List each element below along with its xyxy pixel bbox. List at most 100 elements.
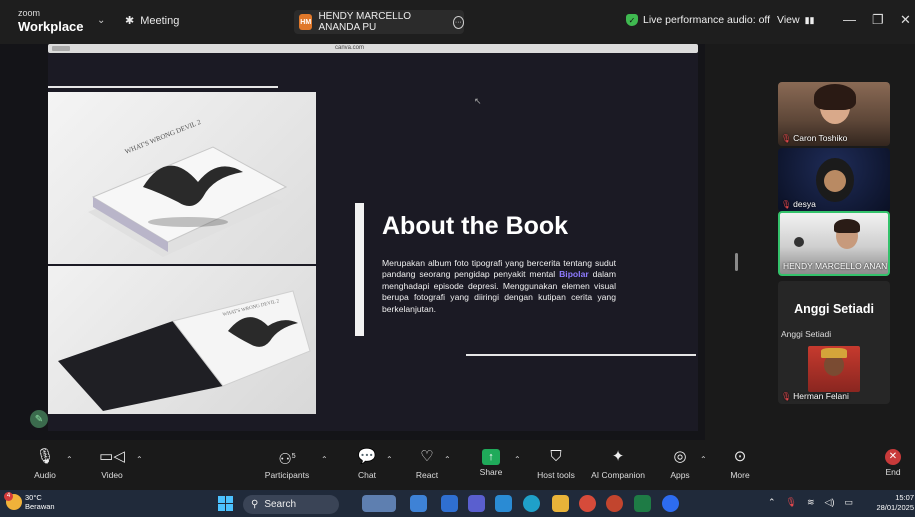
more-label: More bbox=[730, 470, 750, 480]
temperature: 30°C bbox=[25, 493, 42, 502]
meeting-menu[interactable]: ✱ Meeting bbox=[125, 14, 180, 28]
apps-options-caret[interactable]: ⌃ bbox=[700, 455, 707, 464]
clock-time: 15:07 bbox=[895, 493, 914, 502]
chrome-icon[interactable] bbox=[606, 495, 623, 512]
close-icon[interactable]: ✕ bbox=[900, 12, 911, 28]
windows-start-icon[interactable] bbox=[218, 496, 233, 511]
react-options-caret[interactable]: ⌃ bbox=[444, 455, 451, 464]
participant-name: desya bbox=[793, 199, 816, 209]
zoom-logo-small: zoom bbox=[18, 8, 41, 18]
book-photo-open: WHAT'S WRONG DEVIL 2 bbox=[48, 266, 316, 414]
more-options-icon[interactable]: ··· bbox=[452, 15, 465, 29]
more-icon: ⊙ bbox=[733, 448, 747, 465]
slide-divider-top bbox=[48, 86, 278, 88]
app-icon[interactable] bbox=[410, 495, 427, 512]
chevron-down-icon[interactable]: ⌄ bbox=[97, 15, 105, 26]
mic-muted-icon: 🎙 bbox=[35, 448, 55, 465]
meeting-label: Meeting bbox=[140, 14, 180, 27]
meeting-icon: ✱ bbox=[125, 15, 135, 27]
taskbar-clock[interactable]: 15:07 28/01/2025 bbox=[866, 493, 914, 513]
teams-icon[interactable] bbox=[468, 495, 485, 512]
edge-icon[interactable] bbox=[523, 495, 540, 512]
end-label: End bbox=[885, 467, 901, 477]
grid-icon: ▮▮ bbox=[804, 14, 815, 25]
view-label: View bbox=[777, 14, 800, 26]
view-button[interactable]: View ▮▮ bbox=[777, 14, 814, 26]
sharer-name: HENDY MARCELLO ANANDA PU bbox=[318, 11, 412, 33]
apps-icon: ◎ bbox=[673, 448, 687, 465]
restore-icon[interactable]: ❐ bbox=[872, 12, 884, 28]
mic-muted-icon: 🎙 bbox=[781, 391, 792, 401]
book-closed-illustration: WHAT'S WRONG DEVIL 2 bbox=[88, 118, 288, 257]
ai-companion-button[interactable]: ✦ AI Companion bbox=[588, 446, 648, 480]
shield-check-icon: ✓ bbox=[626, 14, 638, 26]
desc-highlight: Bipolar bbox=[559, 269, 589, 280]
participant-name: Caron Toshiko bbox=[793, 133, 848, 143]
participant-label: Anggi Setiadi bbox=[781, 329, 832, 339]
audio-options-caret[interactable]: ⌃ bbox=[66, 455, 73, 464]
participants-count: 5 bbox=[291, 453, 296, 460]
audio-label: Audio bbox=[34, 470, 56, 480]
mic-icon: 🎙 bbox=[785, 497, 797, 507]
sharer-avatar: HM bbox=[299, 14, 313, 30]
video-tile[interactable]: 🎙 desya bbox=[778, 148, 890, 212]
perf-audio-label: Live performance audio: off bbox=[643, 14, 771, 26]
video-tile[interactable]: 🎙 Caron Toshiko bbox=[778, 82, 890, 146]
taskbar-search[interactable]: ⚲ Search bbox=[243, 495, 339, 514]
host-tools-button[interactable]: ⛉ Host tools bbox=[526, 446, 586, 480]
weather-widget[interactable]: 4 30°C Berawan bbox=[4, 492, 55, 511]
performance-audio-status[interactable]: ✓ Live performance audio: off bbox=[626, 14, 770, 26]
video-button[interactable]: ▭◁ Video bbox=[82, 446, 142, 480]
mail-icon[interactable] bbox=[495, 495, 512, 512]
browser-tab bbox=[52, 46, 70, 51]
book-open-illustration: WHAT'S WRONG DEVIL 2 bbox=[58, 290, 311, 411]
mouse-cursor-icon: ↖ bbox=[474, 96, 482, 106]
video-tile-active-speaker[interactable]: HENDY MARCELLO ANAN bbox=[778, 211, 890, 276]
video-options-caret[interactable]: ⌃ bbox=[136, 455, 143, 464]
browser-url: canva.com bbox=[335, 45, 365, 51]
chevron-up-icon[interactable]: ⌃ bbox=[768, 497, 776, 508]
book-photo-closed: WHAT'S WRONG DEVIL 2 bbox=[48, 92, 316, 264]
chat-options-caret[interactable]: ⌃ bbox=[386, 455, 393, 464]
heart-icon: ♡ bbox=[420, 448, 434, 465]
chrome-icon[interactable] bbox=[579, 495, 596, 512]
zoom-logo: Workplace bbox=[18, 19, 84, 34]
video-label: Video bbox=[101, 470, 123, 480]
mic-muted-icon: 🎙 bbox=[781, 133, 792, 143]
end-button[interactable]: ✕ End bbox=[863, 446, 915, 477]
share-label: Share bbox=[479, 467, 503, 477]
participants-options-caret[interactable]: ⌃ bbox=[321, 455, 328, 464]
chat-label: Chat bbox=[358, 470, 376, 480]
apps-label: Apps bbox=[670, 470, 690, 480]
participant-name: HENDY MARCELLO ANAN bbox=[783, 261, 888, 271]
search-label: Search bbox=[264, 499, 297, 510]
share-button[interactable]: ↑ Share bbox=[461, 446, 521, 477]
sparkle-icon: ✦ bbox=[611, 448, 625, 465]
panel-resize-handle[interactable] bbox=[735, 253, 738, 271]
battery-icon: ▭ bbox=[844, 497, 853, 507]
share-options-caret[interactable]: ⌃ bbox=[514, 455, 521, 464]
host-tools-label: Host tools bbox=[537, 470, 575, 480]
clock-date: 28/01/2025 bbox=[876, 503, 914, 512]
weather-condition: Berawan bbox=[25, 502, 55, 511]
mic-muted-icon: 🎙 bbox=[781, 199, 792, 209]
video-camera-icon: ▭◁ bbox=[99, 448, 125, 465]
wifi-icon: ≋ bbox=[806, 497, 815, 507]
participant-display-name: Anggi Setiadi bbox=[794, 302, 874, 316]
excel-icon[interactable] bbox=[634, 495, 651, 512]
share-arrow-icon: ↑ bbox=[482, 449, 500, 465]
annotate-pen-icon[interactable]: ✎ bbox=[30, 410, 48, 428]
slide-description: Merupakan album foto tipografi yang berc… bbox=[382, 258, 616, 315]
search-icon: ⚲ bbox=[251, 499, 259, 510]
system-tray[interactable]: ⌃ 🎙 ≋ ◁) ▭ bbox=[768, 497, 853, 508]
minimize-icon[interactable]: — bbox=[843, 12, 856, 27]
widget-app-icon[interactable] bbox=[362, 495, 396, 512]
volume-icon: ◁) bbox=[824, 497, 835, 507]
sharing-indicator[interactable]: HM HENDY MARCELLO ANANDA PU ··· bbox=[294, 10, 465, 34]
participants-button[interactable]: ⚇5 Participants bbox=[257, 446, 317, 480]
app-icon[interactable] bbox=[441, 495, 458, 512]
zoom-app-icon[interactable] bbox=[662, 495, 679, 512]
more-button[interactable]: ⊙ More bbox=[710, 446, 770, 480]
slide-accent-bar bbox=[355, 203, 364, 336]
file-explorer-icon[interactable] bbox=[552, 495, 569, 512]
